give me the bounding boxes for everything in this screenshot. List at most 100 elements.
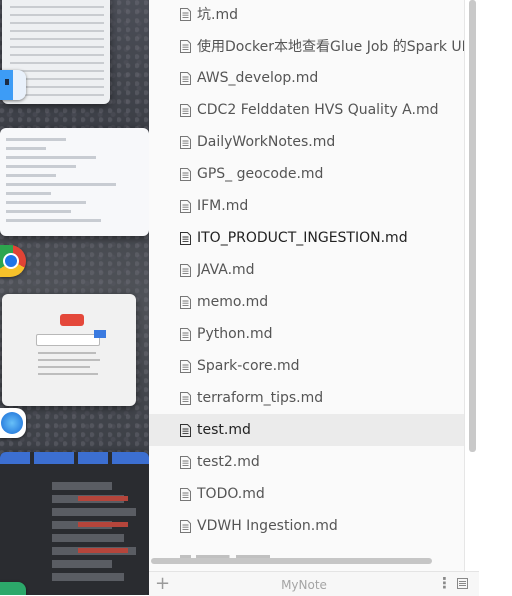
horizontal-scrollbar[interactable] bbox=[151, 558, 432, 564]
file-sidebar: 坑.md 使用Docker本地查看Glue Job 的Spark UI.md AWS… bbox=[149, 0, 465, 595]
file-name: DailyWorkNotes.md bbox=[197, 134, 336, 150]
file-name: Python.md bbox=[197, 326, 273, 342]
document-icon bbox=[180, 391, 191, 405]
document-icon bbox=[180, 135, 191, 149]
file-item[interactable]: CDC2 Felddaten HVS Quality A.md bbox=[149, 94, 464, 126]
thumbnail-line bbox=[10, 6, 104, 8]
file-item[interactable]: Spark-core.md bbox=[149, 350, 464, 382]
sidebar-footer: + MyNote ⋮ bbox=[149, 571, 479, 596]
file-item[interactable]: test2.md bbox=[149, 446, 464, 478]
document-icon bbox=[180, 519, 191, 533]
file-name: 使用Docker本地查看Glue Job 的Spark UI.md bbox=[197, 39, 464, 55]
file-name: GPS_ geocode.md bbox=[197, 166, 324, 182]
thumbnail-line bbox=[10, 30, 104, 32]
document-icon bbox=[180, 423, 191, 437]
file-name: memo.md bbox=[197, 294, 269, 310]
file-item[interactable]: AWS_develop.md bbox=[149, 62, 464, 94]
file-name: test2.md bbox=[197, 454, 260, 470]
document-icon bbox=[180, 199, 191, 213]
thumbnail-line bbox=[38, 366, 90, 368]
file-name: 坑.md bbox=[197, 7, 238, 23]
file-name: ITO_PRODUCT_INGESTION.md bbox=[197, 230, 408, 246]
thumbnail-line bbox=[10, 62, 104, 64]
thumbnail-highlight bbox=[78, 496, 128, 501]
thumbnail-highlight bbox=[78, 548, 128, 553]
thumbnail-line bbox=[6, 138, 66, 141]
thumbnail-line bbox=[38, 373, 98, 375]
thumbnail-line bbox=[10, 54, 104, 56]
document-icon bbox=[180, 167, 191, 181]
file-name: AWS_develop.md bbox=[197, 70, 319, 86]
thumbnail-line bbox=[10, 38, 104, 40]
file-list: 坑.md 使用Docker本地查看Glue Job 的Spark UI.md AWS… bbox=[149, 0, 464, 555]
thumbnail-line bbox=[52, 573, 124, 581]
document-icon bbox=[180, 71, 191, 85]
file-item[interactable]: Python.md bbox=[149, 318, 464, 350]
outline-panel-icon[interactable] bbox=[457, 578, 468, 589]
desktop-background bbox=[0, 0, 149, 595]
file-item[interactable]: IFM.md bbox=[149, 190, 464, 222]
file-item-active[interactable]: test.md bbox=[149, 414, 464, 446]
thumbnail-line bbox=[6, 219, 101, 222]
more-options-button[interactable]: ⋮ bbox=[437, 575, 452, 591]
document-icon bbox=[180, 455, 191, 469]
thumbnail-line bbox=[6, 192, 51, 195]
chrome-icon[interactable] bbox=[0, 245, 26, 277]
file-item[interactable]: DailyWorkNotes.md bbox=[149, 126, 464, 158]
file-item[interactable]: JAVA.md bbox=[149, 254, 464, 286]
document-icon bbox=[180, 359, 191, 373]
thumbnail-tab bbox=[112, 452, 149, 464]
file-name: JAVA.md bbox=[197, 262, 255, 278]
thumbnail-line bbox=[10, 22, 104, 24]
document-icon bbox=[180, 103, 191, 117]
footer-title: MyNote bbox=[281, 578, 327, 592]
document-icon bbox=[180, 327, 191, 341]
document-icon bbox=[180, 295, 191, 309]
file-item[interactable]: 使用Docker本地查看Glue Job 的Spark UI.md bbox=[149, 30, 464, 62]
file-name: IFM.md bbox=[197, 198, 249, 214]
file-name: terraform_tips.md bbox=[197, 390, 324, 406]
file-item-partial[interactable] bbox=[180, 548, 270, 558]
thumbnail-tab bbox=[0, 452, 30, 464]
search-logo bbox=[60, 314, 84, 326]
window-thumbnail-search-page[interactable] bbox=[2, 294, 136, 406]
thumbnail-line bbox=[6, 147, 46, 150]
file-name: TODO.md bbox=[197, 486, 265, 502]
document-icon bbox=[180, 263, 191, 277]
document-icon bbox=[180, 39, 191, 53]
file-name: CDC2 Felddaten HVS Quality A.md bbox=[197, 102, 439, 118]
file-item[interactable]: 坑.md bbox=[149, 0, 464, 30]
file-name: test.md bbox=[197, 422, 251, 438]
app-icon[interactable] bbox=[0, 582, 26, 595]
thumbnail-line bbox=[52, 508, 136, 516]
window-thumbnail-dark-app[interactable] bbox=[0, 452, 149, 595]
thumbnail-line bbox=[38, 359, 100, 361]
file-item[interactable]: TODO.md bbox=[149, 478, 464, 510]
thumbnail-line bbox=[6, 201, 86, 204]
file-item[interactable]: memo.md bbox=[149, 286, 464, 318]
finder-icon[interactable] bbox=[0, 70, 26, 100]
file-name: VDWH Ingestion.md bbox=[197, 518, 338, 534]
thumbnail-line bbox=[52, 560, 112, 568]
search-box-thumbnail bbox=[36, 334, 100, 346]
document-icon bbox=[180, 231, 191, 245]
vertical-scrollbar[interactable] bbox=[469, 0, 476, 452]
file-item[interactable]: VDWH Ingestion.md bbox=[149, 510, 464, 542]
thumbnail-line bbox=[6, 210, 71, 213]
window-thumbnail-web-console[interactable] bbox=[0, 128, 149, 236]
thumbnail-line bbox=[6, 183, 116, 186]
safari-icon[interactable] bbox=[0, 408, 26, 438]
file-item[interactable]: GPS_ geocode.md bbox=[149, 158, 464, 190]
search-button-thumbnail bbox=[94, 330, 106, 338]
thumbnail-line bbox=[10, 70, 104, 72]
document-icon bbox=[180, 7, 191, 21]
thumbnail-tab bbox=[34, 452, 74, 464]
file-item[interactable]: terraform_tips.md bbox=[149, 382, 464, 414]
thumbnail-line bbox=[10, 46, 104, 48]
file-name: Spark-core.md bbox=[197, 358, 300, 374]
file-item[interactable]: ITO_PRODUCT_INGESTION.md bbox=[149, 222, 464, 254]
thumbnail-highlight bbox=[78, 522, 128, 527]
thumbnail-line bbox=[52, 534, 124, 542]
thumbnail-tab bbox=[78, 452, 108, 464]
document-icon bbox=[180, 487, 191, 501]
